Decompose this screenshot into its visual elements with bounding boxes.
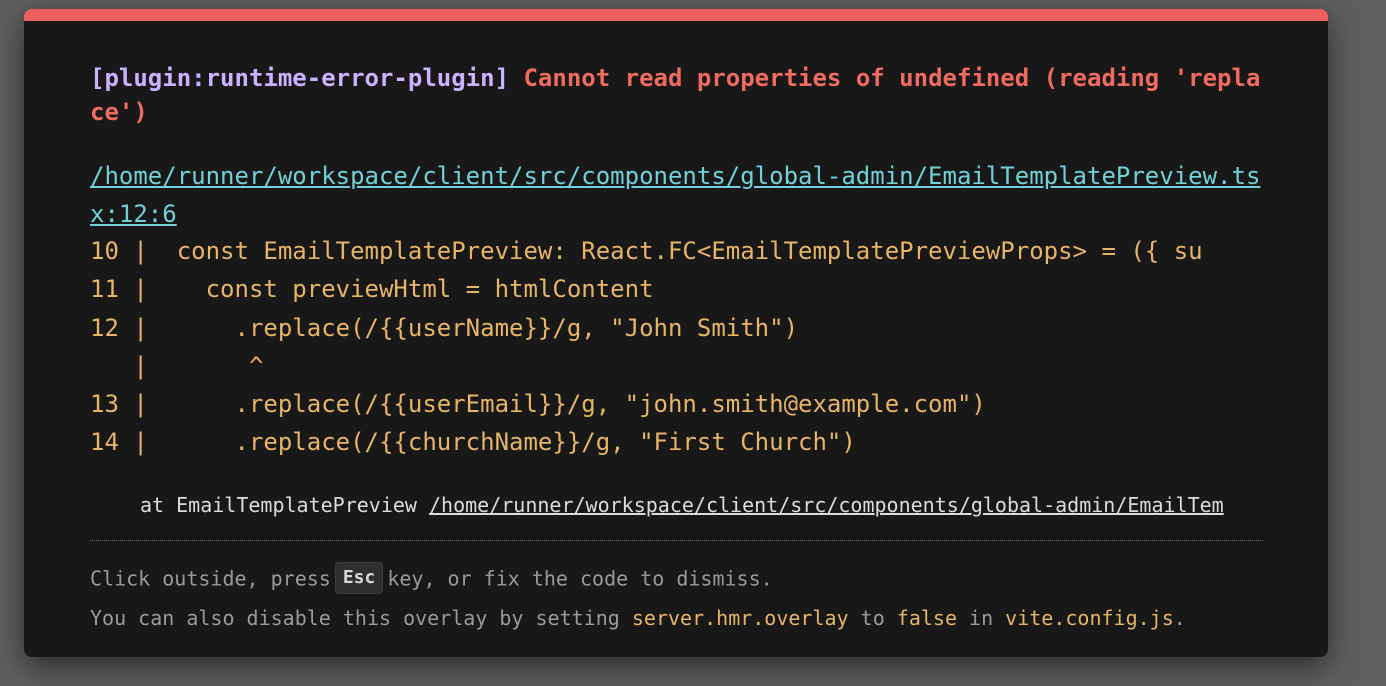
tip-text: Click outside, press <box>90 566 331 591</box>
dismiss-tip: Click outside, press Esc key, or fix the c… <box>90 562 1263 596</box>
code-frame-line: 14 | .replace(/{{churchName}}/g, "First … <box>90 428 856 457</box>
config-key: server.hmr.overlay <box>631 606 849 630</box>
code-frame: 10 | const EmailTemplatePreview: React.F… <box>90 232 1263 462</box>
code-frame-line: 10 | const EmailTemplatePreview: React.F… <box>90 237 1203 265</box>
tip-text: key, or fix the code to dismiss. <box>387 566 773 591</box>
tip-text: You can also disable this overlay by set… <box>90 606 632 630</box>
stack-file-link[interactable]: /home/runner/workspace/client/src/compon… <box>429 493 1224 517</box>
error-message: [plugin:runtime-error-plugin] Cannot rea… <box>90 61 1263 129</box>
tip-text: . <box>1173 606 1186 630</box>
stack-function: at EmailTemplatePreview <box>140 493 417 517</box>
code-frame-line: 11 | const previewHtml = htmlContent <box>90 275 654 304</box>
error-file-link[interactable]: /home/runner/workspace/client/src/compon… <box>90 157 1263 233</box>
code-frame-line: 12 | .replace(/{{userName}}/g, "John Smi… <box>90 313 799 342</box>
config-file: vite.config.js <box>1005 606 1174 630</box>
config-value: false <box>896 606 957 630</box>
stack-trace: at EmailTemplatePreview /home/runner/wor… <box>90 491 1263 519</box>
code-frame-line: 13 | .replace(/{{userEmail}}/g, "john.sm… <box>90 390 986 419</box>
error-overlay: [plugin:runtime-error-plugin] Cannot rea… <box>24 9 1328 657</box>
tip-text: in <box>957 606 1006 630</box>
code-frame-caret-line: | ^ <box>90 351 264 380</box>
tip-text: to <box>848 606 897 630</box>
esc-key: Esc <box>334 562 384 594</box>
plugin-name: [plugin:runtime-error-plugin] <box>90 64 510 92</box>
divider <box>90 540 1263 541</box>
disable-overlay-tip: You can also disable this overlay by set… <box>90 604 1263 632</box>
